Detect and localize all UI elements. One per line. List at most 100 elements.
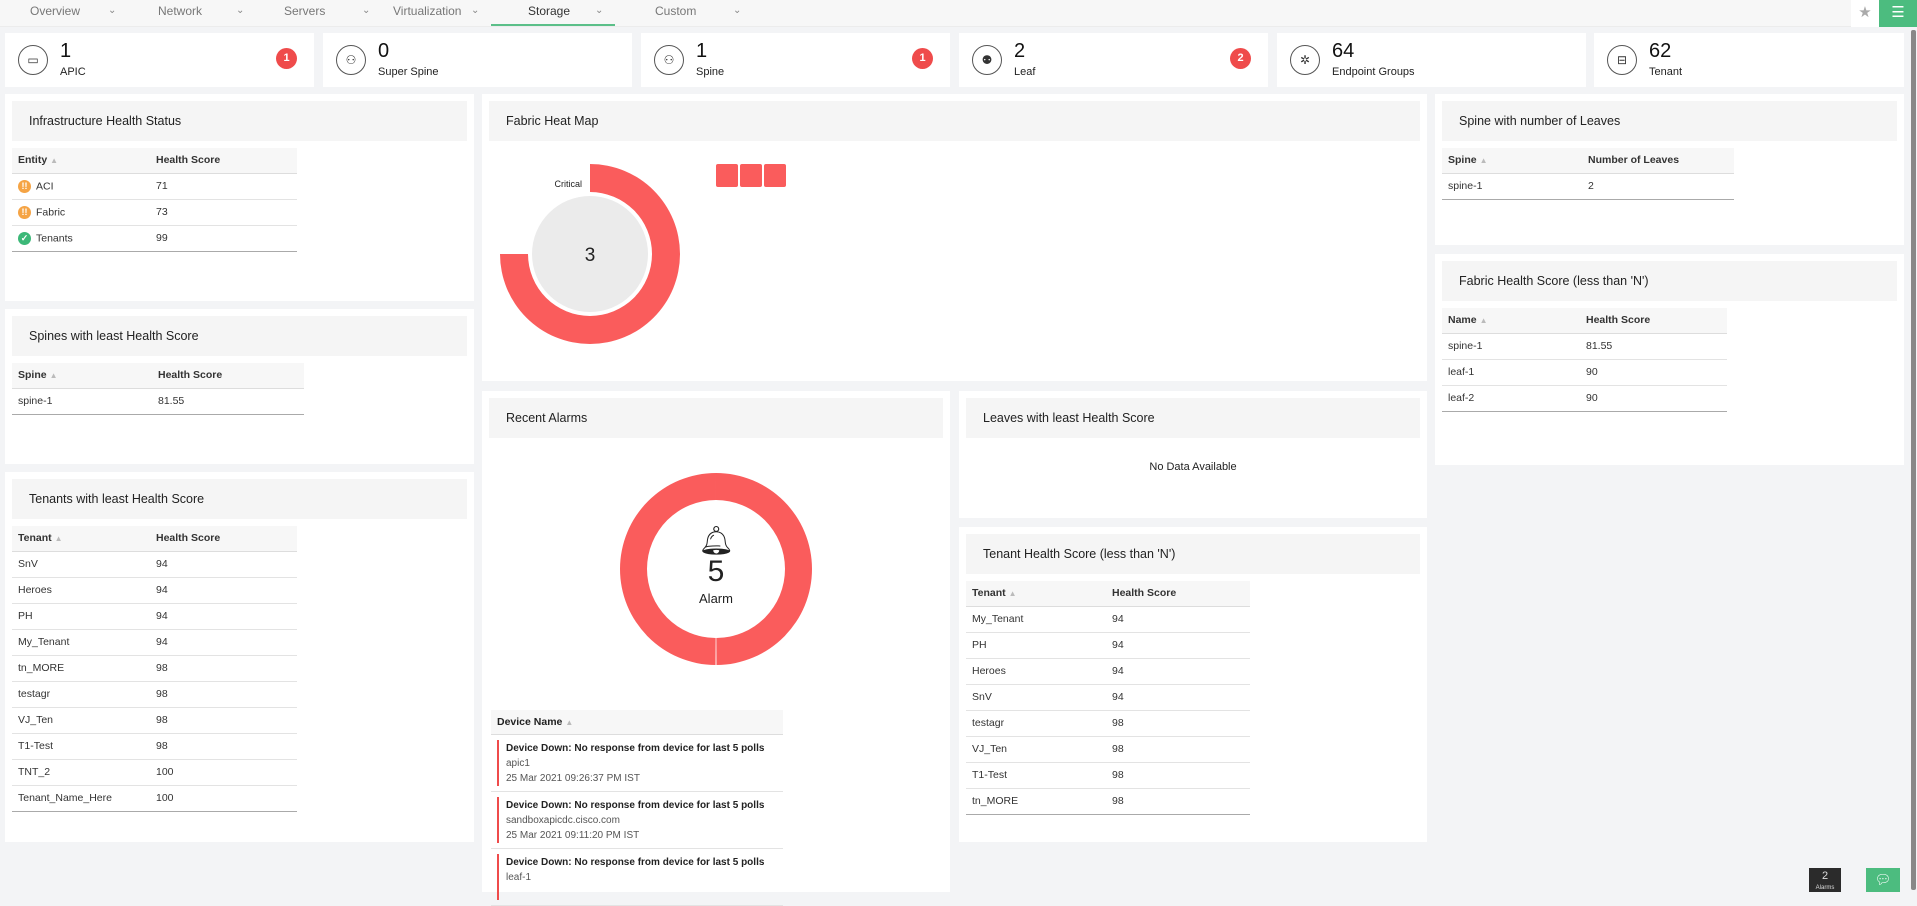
column-label: Spine xyxy=(18,369,47,382)
table-row[interactable]: testagr 98 xyxy=(12,681,297,708)
column-header[interactable]: Name ▲ xyxy=(1442,308,1580,334)
column-header[interactable]: Health Score xyxy=(1106,581,1250,607)
cell: 100 xyxy=(150,759,297,786)
cell: SnV xyxy=(966,684,1106,711)
alarm-item[interactable]: Device Down: No response from device for… xyxy=(491,849,783,906)
column-header[interactable]: Number of Leaves xyxy=(1582,148,1734,174)
tab-network[interactable]: Network ⌄ xyxy=(158,0,268,27)
table-row[interactable]: !! Fabric 73 xyxy=(12,199,297,226)
cell: T1-Test xyxy=(966,762,1106,789)
cell: 98 xyxy=(1106,762,1250,789)
table-row[interactable]: PH 94 xyxy=(966,632,1250,659)
star-icon[interactable]: ★ xyxy=(1851,0,1879,27)
scrollbar-thumb[interactable] xyxy=(1911,30,1916,890)
column-header[interactable]: Spine ▲ xyxy=(12,363,152,389)
sort-icon[interactable]: ▲ xyxy=(50,371,58,380)
heat-map-cell[interactable] xyxy=(740,164,762,187)
stat-card-spine[interactable]: ⚇ 1 Spine 1 xyxy=(641,33,950,87)
tab-custom[interactable]: Custom ⌄ xyxy=(655,0,765,27)
column-label: Health Score xyxy=(1112,587,1177,600)
table-row[interactable]: spine-1 81.55 xyxy=(12,388,304,415)
alarm-time: 25 Mar 2021 09:11:20 PM IST xyxy=(506,830,640,841)
column-header[interactable]: Health Score xyxy=(1580,308,1727,334)
cell-text: 94 xyxy=(156,558,168,570)
table-row[interactable]: spine-1 81.55 xyxy=(1442,333,1727,360)
column-header[interactable]: Tenant ▲ xyxy=(966,581,1106,607)
heat-map-cell[interactable] xyxy=(716,164,738,187)
add-widget-icon[interactable]: ☰ xyxy=(1879,0,1917,27)
heat-map-cell[interactable] xyxy=(764,164,786,187)
cell: 98 xyxy=(150,707,297,734)
table-row[interactable]: My_Tenant 94 xyxy=(966,606,1250,633)
table-row[interactable]: T1-Test 98 xyxy=(966,762,1250,789)
column-header[interactable]: Spine ▲ xyxy=(1442,148,1582,174)
stat-card-endpoint-groups[interactable]: ✲ 64 Endpoint Groups xyxy=(1277,33,1586,87)
sort-icon[interactable]: ▲ xyxy=(565,718,573,727)
alarms-button[interactable]: 2 Alarms xyxy=(1809,868,1841,892)
tab-virtualization[interactable]: Virtualization ⌄ xyxy=(393,0,503,27)
sort-icon[interactable]: ▲ xyxy=(1480,316,1488,325)
column-header[interactable]: Tenant ▲ xyxy=(12,526,150,552)
chevron-down-icon[interactable]: ⌄ xyxy=(471,0,479,22)
cell: 81.55 xyxy=(1580,333,1727,360)
sort-icon[interactable]: ▲ xyxy=(1009,589,1017,598)
table-row[interactable]: VJ_Ten 98 xyxy=(12,707,297,734)
alarm-device[interactable]: leaf-1 xyxy=(506,870,783,885)
alert-count-badge[interactable]: 2 xyxy=(1230,48,1251,69)
stat-label: Leaf xyxy=(1014,66,1036,78)
sort-icon[interactable]: ▲ xyxy=(1480,156,1488,165)
table-row[interactable]: Tenant_Name_Here 100 xyxy=(12,785,297,812)
table-row[interactable]: TNT_2 100 xyxy=(12,759,297,786)
device-name-header[interactable]: Device Name ▲ xyxy=(491,710,783,735)
stat-card-super-spine[interactable]: ⚇ 0 Super Spine xyxy=(323,33,632,87)
cell: 98 xyxy=(1106,710,1250,737)
table-row[interactable]: Heroes 94 xyxy=(12,577,297,604)
column-header[interactable]: Health Score xyxy=(150,526,297,552)
stat-card-leaf[interactable]: ⚉ 2 Leaf 2 xyxy=(959,33,1268,87)
table-row[interactable]: tn_MORE 98 xyxy=(12,655,297,682)
table-row[interactable]: tn_MORE 98 xyxy=(966,788,1250,815)
table-row[interactable]: spine-1 2 xyxy=(1442,173,1734,200)
cell-text: PH xyxy=(18,610,33,622)
tab-servers[interactable]: Servers ⌄ xyxy=(284,0,394,27)
table-row[interactable]: T1-Test 98 xyxy=(12,733,297,760)
table-row[interactable]: testagr 98 xyxy=(966,710,1250,737)
score-cell: 71 xyxy=(150,173,297,200)
table-row[interactable]: My_Tenant 94 xyxy=(12,629,297,656)
alarm-item[interactable]: Device Down: No response from device for… xyxy=(491,735,783,792)
page-scrollbar[interactable] xyxy=(1910,27,1917,892)
alarm-device[interactable]: apic1 xyxy=(506,756,783,771)
cell-text: 98 xyxy=(156,688,168,700)
stat-card-apic[interactable]: ▭ 1 APIC 1 xyxy=(5,33,314,87)
table-row[interactable]: leaf-2 90 xyxy=(1442,385,1727,412)
tab-storage[interactable]: Storage ⌄ xyxy=(491,0,615,27)
chevron-down-icon[interactable]: ⌄ xyxy=(108,0,116,22)
alert-count-badge[interactable]: 1 xyxy=(276,48,297,69)
column-header[interactable]: Health Score xyxy=(150,148,297,174)
alert-count-badge[interactable]: 1 xyxy=(912,48,933,69)
table-row[interactable]: SnV 94 xyxy=(966,684,1250,711)
table-row[interactable]: SnV 94 xyxy=(12,551,297,578)
table-row[interactable]: Heroes 94 xyxy=(966,658,1250,685)
table-row[interactable]: PH 94 xyxy=(12,603,297,630)
chevron-down-icon[interactable]: ⌄ xyxy=(595,0,603,22)
table-row[interactable]: !! ACI 71 xyxy=(12,173,297,200)
chevron-down-icon[interactable]: ⌄ xyxy=(362,0,370,22)
alarm-item[interactable]: Device Down: No response from device for… xyxy=(491,792,783,849)
stat-card-tenant[interactable]: ⊟ 62 Tenant xyxy=(1594,33,1904,87)
stat-label: Endpoint Groups xyxy=(1332,66,1415,78)
table-row[interactable]: VJ_Ten 98 xyxy=(966,736,1250,763)
sort-icon[interactable]: ▲ xyxy=(50,156,58,165)
chat-icon[interactable]: 💬︎ xyxy=(1866,868,1900,892)
chevron-down-icon[interactable]: ⌄ xyxy=(236,0,244,22)
table-row[interactable]: ✓ Tenants 99 xyxy=(12,225,297,252)
chevron-down-icon[interactable]: ⌄ xyxy=(733,0,741,22)
column-header[interactable]: Health Score xyxy=(152,363,304,389)
cell-text: 98 xyxy=(1112,717,1124,729)
table-row[interactable]: leaf-1 90 xyxy=(1442,359,1727,386)
column-header[interactable]: Entity ▲ xyxy=(12,148,150,174)
alarm-device[interactable]: sandboxapicdc.cisco.com xyxy=(506,813,783,828)
sort-icon[interactable]: ▲ xyxy=(55,534,63,543)
alarm-time: 25 Mar 2021 09:26:37 PM IST xyxy=(506,773,640,784)
tab-overview[interactable]: Overview ⌄ xyxy=(30,0,140,27)
